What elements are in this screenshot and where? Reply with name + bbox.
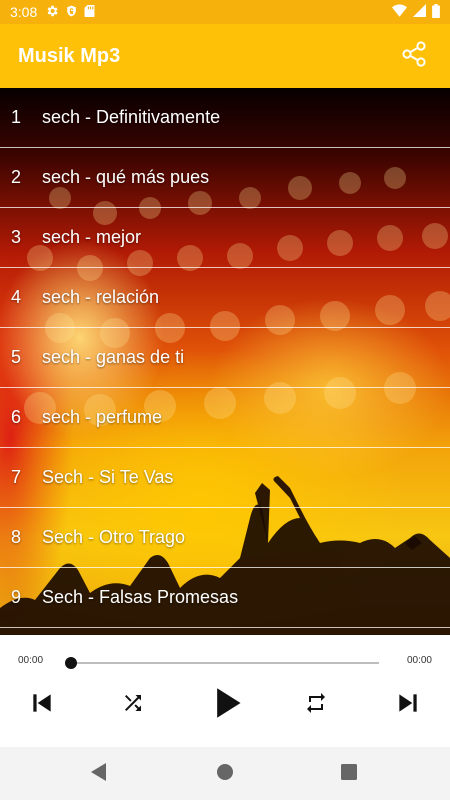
song-number: 1 — [11, 107, 22, 127]
song-item-5[interactable]: 5 sech - ganas de ti — [0, 328, 450, 388]
recents-icon — [341, 763, 357, 785]
total-time: 00:00 — [406, 655, 432, 666]
song-number: 4 — [11, 287, 22, 307]
previous-button[interactable] — [22, 685, 62, 725]
nav-home-button[interactable] — [212, 761, 238, 787]
song-title: Sech - Otro Trago — [42, 527, 186, 547]
repeat-button[interactable] — [296, 685, 336, 725]
battery-icon — [432, 3, 440, 21]
repeat-icon — [304, 691, 328, 720]
song-item-8[interactable]: 8 Sech - Otro Trago — [0, 508, 450, 568]
seek-row: 00:00 00:00 — [0, 653, 450, 673]
home-icon — [216, 763, 234, 786]
play-icon — [212, 687, 242, 724]
nav-recents-button[interactable] — [336, 761, 362, 787]
song-list-area[interactable]: 1 sech - Definitivamente 2 sech - qué más … — [0, 88, 450, 635]
share-button[interactable] — [396, 38, 432, 74]
wifi-icon — [392, 4, 407, 20]
status-time: 3:08 — [10, 4, 38, 20]
skip-previous-icon — [29, 690, 55, 721]
song-number: 3 — [11, 227, 22, 247]
seek-thumb[interactable] — [65, 657, 77, 669]
song-title: sech - perfume — [42, 407, 163, 427]
nav-back-button[interactable] — [86, 761, 112, 787]
gear-icon — [45, 4, 59, 21]
song-number: 8 — [11, 527, 22, 547]
song-title: sech - mejor — [42, 227, 142, 247]
song-title: Sech - Si Te Vas — [42, 467, 174, 487]
song-item-4[interactable]: 4 sech - relación — [0, 268, 450, 328]
song-item-3[interactable]: 3 sech - mejor — [0, 208, 450, 268]
song-item-2[interactable]: 2 sech - qué más pues — [0, 148, 450, 208]
song-item-6[interactable]: 6 sech - perfume — [0, 388, 450, 448]
song-title: sech - qué más pues — [42, 167, 210, 187]
song-title: Sech - Falsas Promesas — [42, 587, 239, 607]
player-panel: 00:00 00:00 — [0, 635, 450, 747]
back-icon — [90, 762, 108, 787]
play-button[interactable] — [207, 685, 247, 725]
seek-bar[interactable] — [71, 662, 379, 664]
shuffle-icon — [121, 691, 145, 720]
shuffle-button[interactable] — [113, 685, 153, 725]
song-item-7[interactable]: 7 Sech - Si Te Vas — [0, 448, 450, 508]
shield-icon — [65, 4, 78, 21]
song-title: sech - relación — [42, 287, 160, 307]
song-number: 2 — [11, 167, 22, 187]
song-title: sech - ganas de ti — [42, 347, 185, 367]
song-item-1[interactable]: 1 sech - Definitivamente — [0, 88, 450, 148]
song-number: 7 — [11, 467, 22, 487]
status-bar: 3:08 — [0, 0, 450, 24]
player-controls — [0, 685, 450, 725]
signal-icon — [413, 4, 426, 20]
song-list: 1 sech - Definitivamente 2 sech - qué más … — [0, 88, 450, 628]
song-number: 5 — [11, 347, 22, 367]
system-nav-bar — [0, 747, 450, 800]
skip-next-icon — [395, 690, 421, 721]
share-icon — [400, 40, 428, 73]
app-bar: Musik Mp3 — [0, 24, 450, 88]
next-button[interactable] — [388, 685, 428, 725]
song-title: sech - Definitivamente — [42, 107, 221, 127]
app-title: Musik Mp3 — [18, 44, 121, 67]
current-time: 00:00 — [18, 655, 44, 666]
song-number: 9 — [11, 587, 22, 607]
sd-card-icon — [84, 4, 95, 21]
song-number: 6 — [11, 407, 22, 427]
song-item-9[interactable]: 9 Sech - Falsas Promesas — [0, 568, 450, 628]
